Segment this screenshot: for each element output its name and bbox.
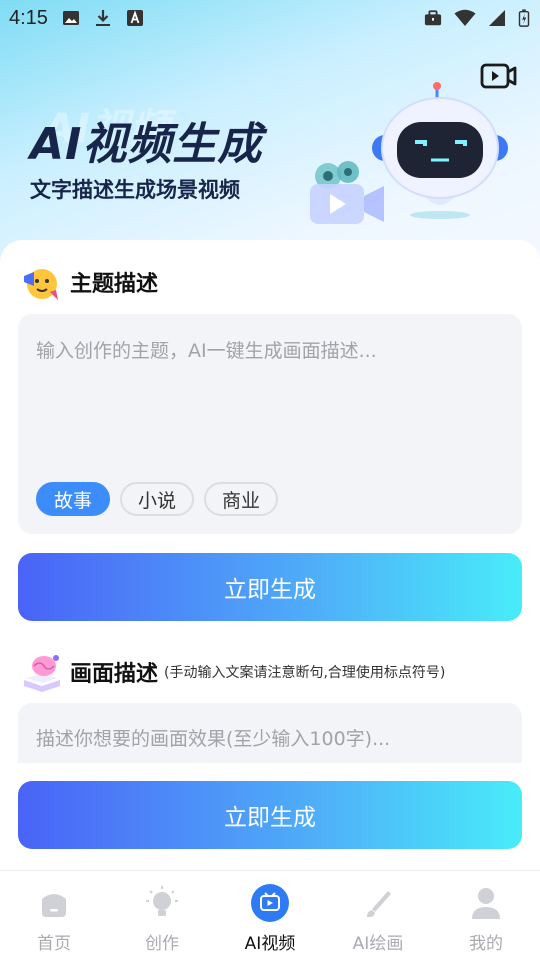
scene-section-header: 画面描述 (手动输入文案请注意断句,合理使用标点符号): [20, 652, 445, 692]
video-icon: [251, 884, 289, 922]
scene-generate-button[interactable]: 立即生成: [18, 781, 522, 849]
theme-section-title: 主题描述: [70, 272, 159, 297]
hero-subtitle: 文字描述生成场景视频: [30, 178, 240, 202]
download-icon: [95, 10, 110, 26]
megaphone-icon: [24, 269, 58, 300]
tab-mine[interactable]: 我的: [432, 871, 540, 960]
tab-ai-paint[interactable]: AI绘画: [324, 871, 432, 960]
hero-title: AI视频生成: [30, 119, 263, 170]
signal-icon: [489, 10, 505, 26]
tab-ai-video-label: AI视频: [244, 934, 296, 954]
scene-section-title: 画面描述: [70, 662, 159, 687]
tab-ai-video[interactable]: AI视频: [216, 871, 324, 960]
status-bar: 4:15: [0, 0, 540, 36]
theme-generate-button[interactable]: 立即生成: [18, 553, 522, 621]
theme-input[interactable]: 输入创作的主题，AI一键生成画面描述... 故事 小说 商业: [18, 314, 522, 534]
a-box-icon: [126, 10, 143, 26]
tab-mine-label: 我的: [469, 934, 503, 954]
theme-section-header: 主题描述: [20, 262, 158, 302]
user-icon: [472, 888, 500, 919]
chip-business[interactable]: 商业: [204, 482, 279, 516]
image-icon: [62, 11, 79, 25]
battery-icon: [518, 9, 530, 27]
tab-create[interactable]: 创作: [108, 871, 216, 960]
briefcase-icon: [424, 10, 442, 26]
tab-home[interactable]: 首页: [0, 871, 108, 960]
scene-section-note: (手动输入文案请注意断句,合理使用标点符号): [164, 665, 446, 681]
tab-ai-paint-label: AI绘画: [352, 934, 404, 954]
chip-story[interactable]: 故事: [36, 482, 111, 516]
tab-home-label: 首页: [37, 934, 71, 954]
robot-mascot: [372, 82, 508, 219]
theme-chips: 故事 小说 商业: [36, 482, 279, 516]
status-time: 4:15: [9, 6, 48, 29]
scene-input-placeholder: 描述你想要的画面效果(至少输入100字)...: [36, 728, 391, 750]
tab-create-label: 创作: [145, 934, 179, 954]
bottom-tab-bar: 首页 创作 AI视频 AI绘画 我的: [0, 870, 540, 960]
theme-input-placeholder: 输入创作的主题，AI一键生成画面描述...: [36, 340, 377, 362]
book-brain-icon: [24, 655, 60, 692]
brush-icon: [367, 891, 391, 918]
wifi-icon: [454, 9, 476, 26]
scene-input[interactable]: 描述你想要的画面效果(至少输入100字)...: [18, 703, 522, 763]
lightbulb-icon: [146, 886, 178, 916]
chip-novel[interactable]: 小说: [120, 482, 195, 516]
home-icon: [42, 894, 66, 917]
